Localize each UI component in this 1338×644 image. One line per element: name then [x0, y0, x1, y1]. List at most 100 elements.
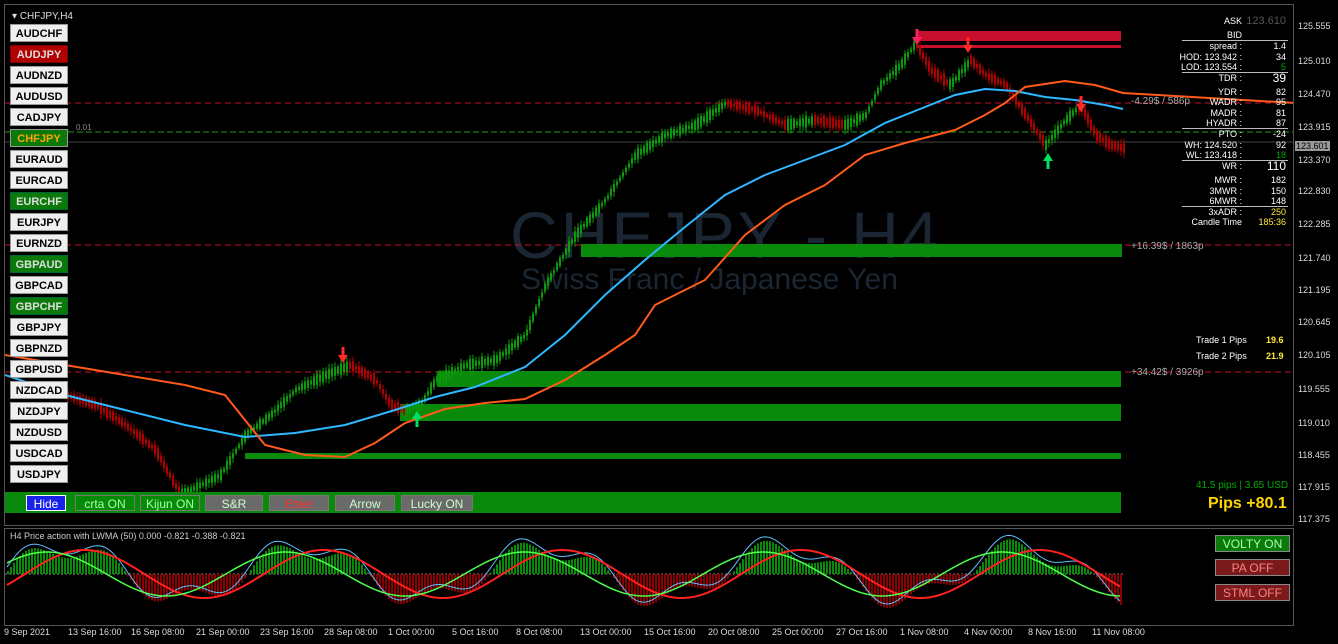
- info-row: 6MWR : 148: [1182, 196, 1288, 206]
- symbol-button-gbpusd[interactable]: GBPUSD: [10, 360, 68, 378]
- symbol-button-nzdjpy[interactable]: NZDJPY: [10, 402, 68, 420]
- histogram-bar: [775, 543, 777, 574]
- candle: [907, 52, 909, 58]
- candle: [313, 376, 315, 386]
- candle: [682, 127, 684, 131]
- candle: [1054, 129, 1056, 139]
- candle: [373, 372, 375, 385]
- histogram-bar: [343, 553, 345, 574]
- candle: [295, 387, 297, 393]
- info-label: Candle Time: [1191, 217, 1242, 228]
- pa-toggle-button[interactable]: PA OFF: [1215, 559, 1290, 576]
- symbol-button-chfjpy[interactable]: CHFJPY: [10, 129, 68, 147]
- candle: [949, 79, 951, 90]
- symbol-button-gbpjpy[interactable]: GBPJPY: [10, 318, 68, 336]
- symbol-button-audusd[interactable]: AUDUSD: [10, 87, 68, 105]
- indicator-subwindow[interactable]: H4 Price action with LWMA (50) 0.000 -0.…: [4, 528, 1294, 626]
- candle: [502, 352, 504, 357]
- time-tick: 16 Sep 08:00: [131, 627, 185, 637]
- candle: [586, 217, 588, 227]
- symbol-button-gbpaud[interactable]: GBPAUD: [10, 255, 68, 273]
- symbol-button-gbpnzd[interactable]: GBPNZD: [10, 339, 68, 357]
- crta-toggle-button[interactable]: crta ON: [75, 495, 135, 511]
- main-chart-window[interactable]: ▾ CHFJPY,H4 CHFJPY - H4 Swiss Franc / Ja…: [4, 4, 1294, 526]
- price-tick: 125.010: [1298, 56, 1331, 66]
- candle: [718, 104, 720, 113]
- candle: [1099, 132, 1101, 143]
- info-panel: ASK 123.610 BID spread : 1.4 HOD: 123.942 : 34…: [1179, 15, 1288, 228]
- symbol-button-eurcad[interactable]: EURCAD: [10, 171, 68, 189]
- time-tick: 5 Oct 16:00: [452, 627, 499, 637]
- symbol-button-gbpchf[interactable]: GBPCHF: [10, 297, 68, 315]
- symbol-button-nzdusd[interactable]: NZDUSD: [10, 423, 68, 441]
- histogram-bar: [58, 556, 60, 574]
- candle: [661, 132, 663, 143]
- histogram-bar: [61, 557, 63, 574]
- candle: [124, 422, 126, 427]
- symbol-button-euraud[interactable]: EURAUD: [10, 150, 68, 168]
- candle: [1066, 114, 1068, 124]
- buy-arrow-icon: [1043, 153, 1053, 169]
- price-tick: 123.915: [1298, 122, 1331, 132]
- symbol-button-audjpy[interactable]: AUDJPY: [10, 45, 68, 63]
- candle: [274, 409, 276, 413]
- histogram-bar: [565, 560, 567, 574]
- histogram-bar: [595, 559, 597, 574]
- candle: [1021, 103, 1023, 115]
- symbol-button-nzdcad[interactable]: NZDCAD: [10, 381, 68, 399]
- arrow-toggle-button[interactable]: Arrow: [335, 495, 395, 511]
- info-label: WL: 123.418 :: [1185, 149, 1242, 160]
- candle: [1006, 82, 1008, 91]
- symbol-button-audnzd[interactable]: AUDNZD: [10, 66, 68, 84]
- info-label: spread :: [1209, 41, 1242, 52]
- candle: [469, 358, 471, 370]
- candle: [1069, 110, 1071, 122]
- candle: [1051, 134, 1053, 141]
- symbol-button-eurchf[interactable]: EURCHF: [10, 192, 68, 210]
- price-axis[interactable]: 125.555 125.010 124.470 123.915 123.370 122.8…: [1295, 4, 1338, 526]
- candle: [982, 69, 984, 75]
- histogram-bar: [112, 556, 114, 574]
- candle: [130, 427, 132, 432]
- candle: [667, 132, 669, 137]
- info-label: PTO :: [1218, 129, 1242, 140]
- histogram-bar: [544, 553, 546, 574]
- candle: [844, 119, 846, 130]
- symbol-button-cadjpy[interactable]: CADJPY: [10, 108, 68, 126]
- candle: [625, 167, 627, 173]
- candle: [877, 87, 879, 95]
- candle: [211, 475, 213, 484]
- dropdown-icon[interactable]: ▾: [12, 11, 20, 22]
- candle: [370, 374, 372, 380]
- symbol-button-eurjpy[interactable]: EURJPY: [10, 213, 68, 231]
- candle: [217, 474, 219, 479]
- symbol-button-gbpcad[interactable]: GBPCAD: [10, 276, 68, 294]
- candle: [1111, 140, 1113, 150]
- histogram-bar: [1018, 542, 1020, 574]
- histogram-bar: [847, 568, 849, 574]
- histogram-bar: [1027, 549, 1029, 574]
- hide-button[interactable]: Hide: [26, 495, 66, 511]
- candle: [655, 139, 657, 144]
- symbol-button-audchf[interactable]: AUDCHF: [10, 24, 68, 42]
- stml-toggle-button[interactable]: STML OFF: [1215, 584, 1290, 601]
- candle: [733, 103, 735, 107]
- info-value: 123.610: [1246, 15, 1286, 27]
- sr-toggle-button[interactable]: S&R: [205, 495, 263, 511]
- symbol-button-usdjpy[interactable]: USDJPY: [10, 465, 68, 483]
- symbol-button-eurnzd[interactable]: EURNZD: [10, 234, 68, 252]
- lucky-toggle-button[interactable]: Lucky ON: [401, 495, 473, 511]
- candle: [874, 94, 876, 100]
- kijun-toggle-button[interactable]: Kijun ON: [140, 495, 200, 511]
- histogram-bar: [718, 574, 720, 587]
- candle: [1090, 119, 1092, 131]
- price-tick: 121.740: [1298, 253, 1331, 263]
- volty-toggle-button[interactable]: VOLTY ON: [1215, 535, 1290, 552]
- histogram-bar: [313, 558, 315, 574]
- ehler-toggle-button[interactable]: Ehler: [269, 495, 329, 511]
- candle: [112, 411, 114, 421]
- symbol-button-usdcad[interactable]: USDCAD: [10, 444, 68, 462]
- info-value: -24: [1272, 129, 1286, 140]
- candle: [1102, 137, 1104, 142]
- candle: [1003, 80, 1005, 88]
